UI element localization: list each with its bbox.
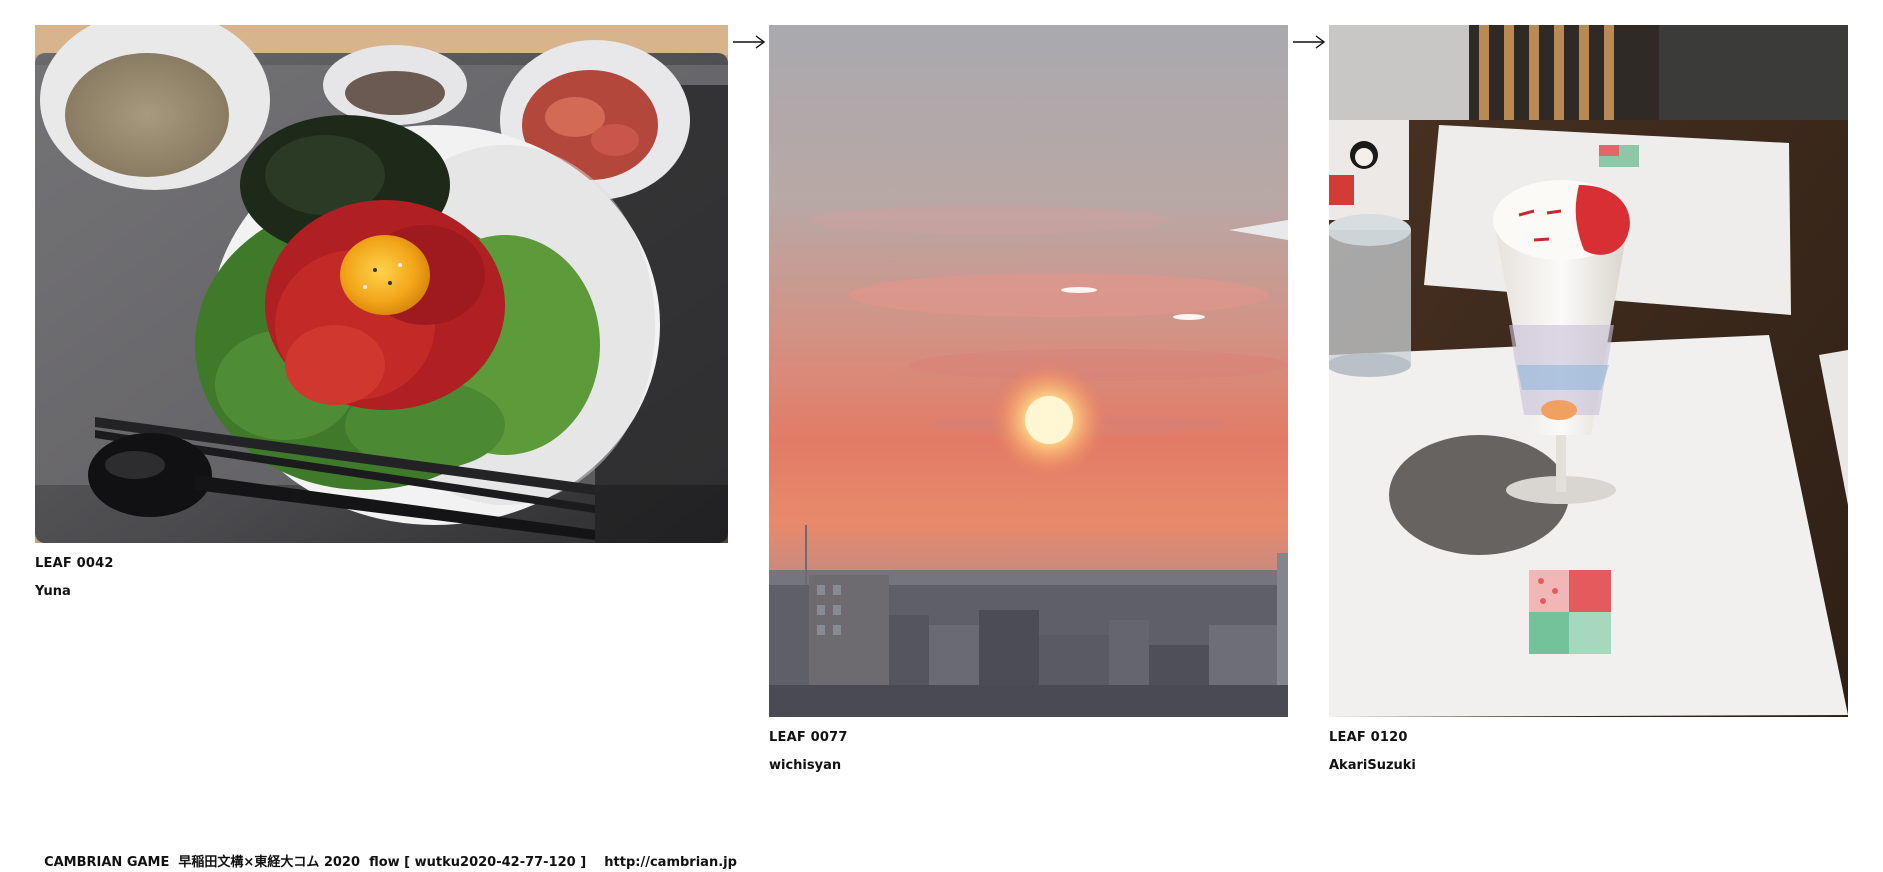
leaf-card[interactable]: LEAF 0042 Yuna [35, 25, 728, 600]
sunset-cityscape-image [769, 25, 1288, 717]
leaf-author[interactable]: Yuna [35, 584, 728, 600]
right-arrow-icon [733, 35, 766, 49]
parfait-cafe-image [1329, 25, 1848, 717]
footer-text: CAMBRIAN GAME 早稲田文構×東経大コム 2020 flow [ wu… [44, 855, 587, 870]
footer-site-link[interactable]: http://cambrian.jp [604, 855, 737, 870]
leaf-photo-yukhoe-bowl[interactable] [35, 25, 728, 543]
right-arrow-icon [1293, 35, 1326, 49]
footer: CAMBRIAN GAME 早稲田文構×東経大コム 2020 flow [ wu… [35, 839, 737, 871]
leaf-card[interactable]: LEAF 0077 wichisyan [769, 25, 1288, 774]
leaf-author[interactable]: wichisyan [769, 758, 1288, 774]
yukhoe-bowl-image [35, 25, 728, 543]
leaf-card[interactable]: LEAF 0120 AkariSuzuki [1329, 25, 1848, 774]
leaf-id: LEAF 0120 [1329, 730, 1408, 745]
leaf-photo-sunset-cityscape[interactable] [769, 25, 1288, 717]
leaf-id: LEAF 0077 [769, 730, 848, 745]
leaf-photo-parfait-cafe[interactable] [1329, 25, 1848, 717]
leaf-author[interactable]: AkariSuzuki [1329, 758, 1848, 774]
leaf-id: LEAF 0042 [35, 556, 114, 571]
